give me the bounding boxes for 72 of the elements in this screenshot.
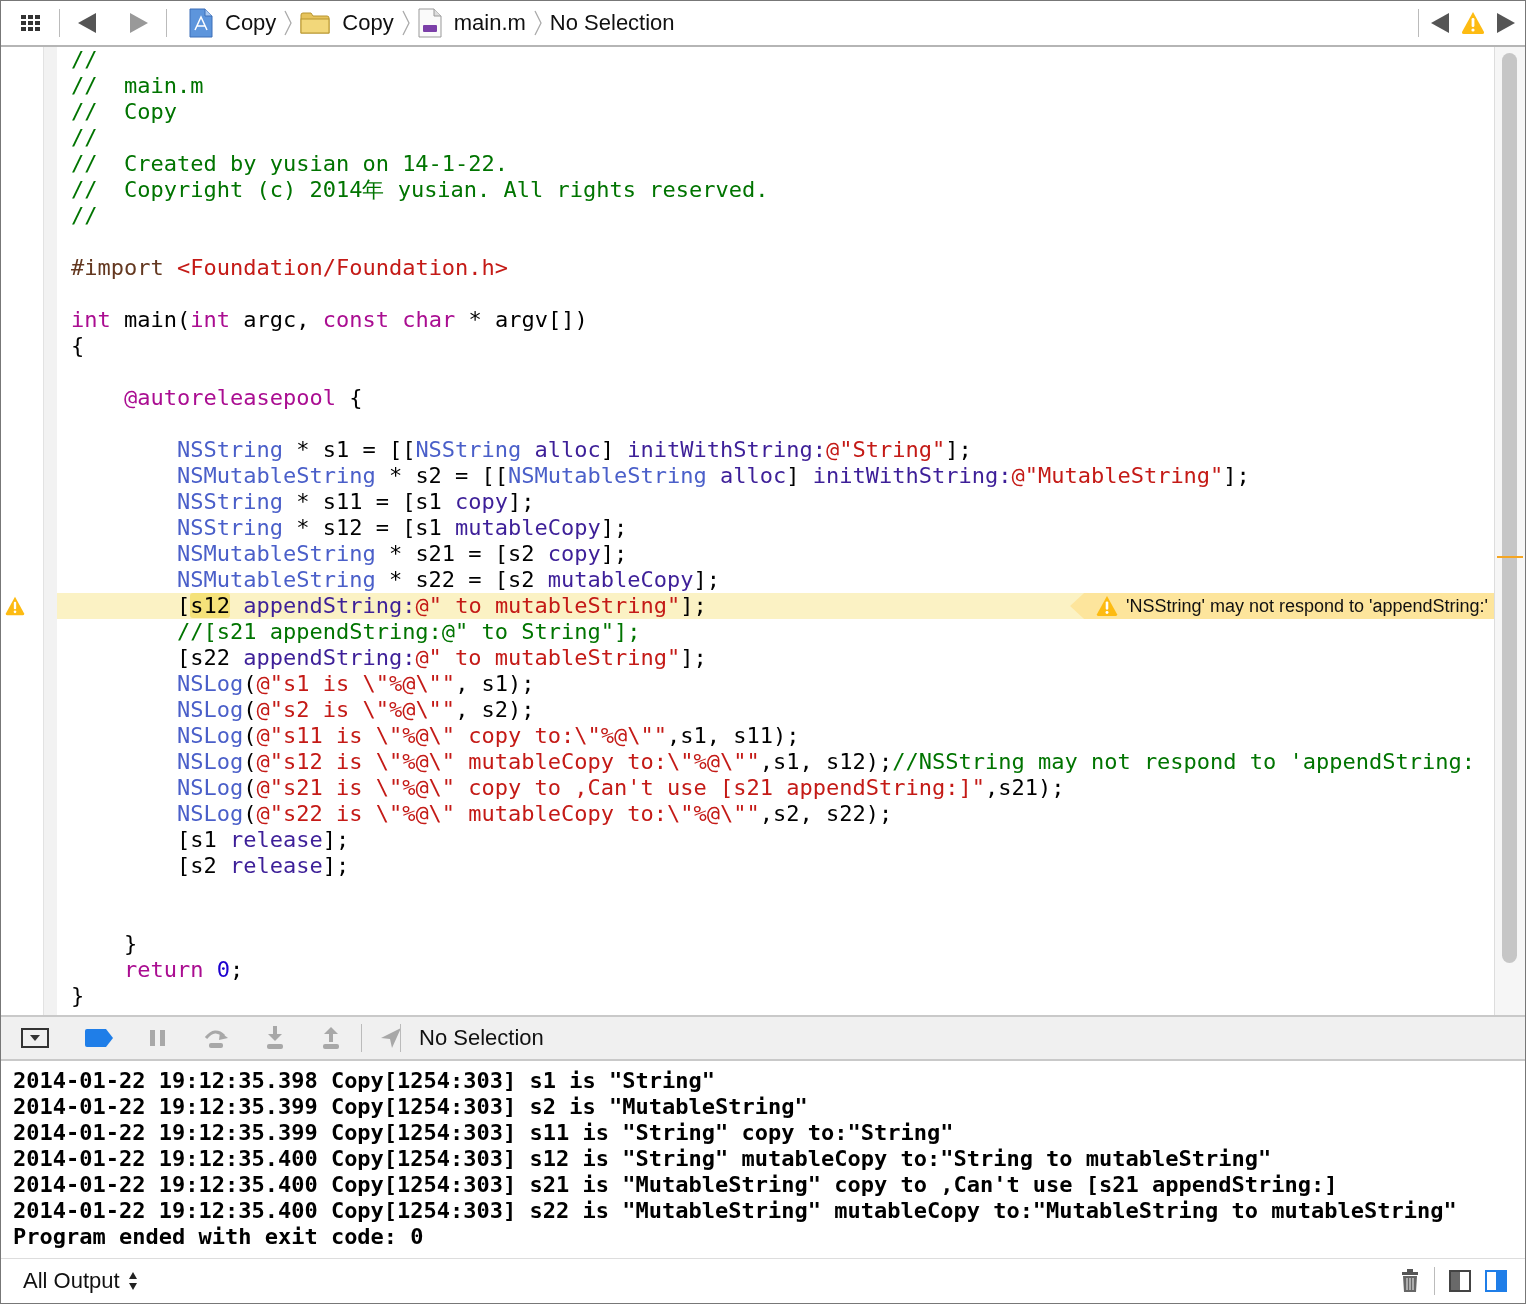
next-issue-icon[interactable] xyxy=(1497,13,1515,33)
scroll-thumb[interactable] xyxy=(1502,53,1517,963)
code-line: NSLog(@"s12 is \"%@\" mutableCopy to:\"%@\"",s1, s12);//NSString may not respond to 'appendString: xyxy=(175,749,1475,775)
console-line: 2014-01-22 19:12:35.400 Copy[1254:303] s22 is "MutableString" mutableCopy to:"MutableString to mutableString" xyxy=(13,1198,1458,1224)
console-line: 2014-01-22 19:12:35.399 Copy[1254:303] s11 is "String" copy to:"String" xyxy=(13,1120,955,1146)
code-line: #import <Foundation/Foundation.h> xyxy=(71,255,509,281)
code-line: NSMutableString * s21 = [s2 copy]; xyxy=(175,541,628,567)
code-line: @autoreleasepool { xyxy=(122,385,363,411)
scrollbar[interactable] xyxy=(1494,47,1525,1015)
up-down-caret-icon xyxy=(127,1271,138,1291)
code-line: int main(int argc, const char * argv[]) xyxy=(71,307,588,333)
pause-icon[interactable] xyxy=(149,1029,167,1047)
code-line: } xyxy=(122,931,138,957)
trash-icon[interactable] xyxy=(1400,1269,1420,1293)
code-line: [s1 release]; xyxy=(175,827,350,853)
console-line: Program ended with exit code: 0 xyxy=(13,1224,425,1250)
code-line: NSString * s1 = [[NSString alloc] initWithString:@"String"]; xyxy=(175,437,972,463)
console-toggle-icon[interactable] xyxy=(21,1028,49,1048)
code-line: return 0; xyxy=(122,957,244,983)
source-file-icon xyxy=(417,8,442,38)
code-line: // xyxy=(71,47,98,73)
breadcrumb-item[interactable]: Copy xyxy=(183,5,283,41)
chevron-icon xyxy=(533,10,542,36)
code-line: [s22 appendString:@" to mutableString"]; xyxy=(175,645,707,671)
console-line: 2014-01-22 19:12:35.399 Copy[1254:303] s2 is "MutableString" xyxy=(13,1094,809,1120)
code-line: [s12 appendString:@" to mutableString"]; xyxy=(175,593,707,619)
code-line: { xyxy=(71,333,85,359)
chevron-icon xyxy=(284,10,293,36)
code-line: // Created by yusian on 14-1-22. xyxy=(71,151,509,177)
back-arrow-icon[interactable] xyxy=(78,13,96,33)
issue-message[interactable]: 'NSString' may not respond to 'appendString:' xyxy=(1070,593,1494,619)
breadcrumb-item[interactable]: Copy xyxy=(294,5,400,41)
code-line: NSLog(@"s11 is \"%@\" copy to:\"%@\"",s1, s11); xyxy=(175,723,800,749)
code-line: // xyxy=(71,203,98,229)
code-line: // Copy xyxy=(71,99,177,125)
code-line: NSMutableString * s22 = [s2 mutableCopy]; xyxy=(175,567,721,593)
project-file-icon xyxy=(189,8,213,38)
previous-issue-icon[interactable] xyxy=(1431,13,1449,33)
code-line: // xyxy=(71,125,98,151)
output-filter-dropdown[interactable]: All Output xyxy=(23,1268,138,1294)
code-line: NSString * s12 = [s1 mutableCopy]; xyxy=(175,515,628,541)
code-line: NSLog(@"s1 is \"%@\"", s1); xyxy=(175,671,535,697)
code-line: NSString * s11 = [s1 copy]; xyxy=(175,489,535,515)
step-over-icon[interactable] xyxy=(203,1027,229,1049)
code-line: // main.m xyxy=(71,73,204,99)
issue-marker xyxy=(1497,556,1523,558)
chevron-icon xyxy=(401,10,410,36)
code-line: NSLog(@"s22 is \"%@\" mutableCopy to:\"%@\"",s2, s22); xyxy=(175,801,893,827)
code-line: [s2 release]; xyxy=(175,853,350,879)
debug-location: No Selection xyxy=(419,1025,544,1051)
warning-icon xyxy=(1096,595,1119,617)
code-line: NSMutableString * s2 = [[NSMutableString alloc] initWithString:@"MutableString"]; xyxy=(175,463,1250,489)
location-arrow-icon[interactable] xyxy=(380,1027,402,1049)
code-line: } xyxy=(71,983,85,1009)
code-line: //[s21 appendString:@" to String"]; xyxy=(175,619,641,645)
code-line: NSLog(@"s2 is \"%@\"", s2); xyxy=(175,697,535,723)
grid-icon[interactable] xyxy=(21,15,41,31)
code-line: NSLog(@"s21 is \"%@\" copy to ,Can't use [s21 appendString:]",s21); xyxy=(175,775,1065,801)
right-panel-icon[interactable] xyxy=(1485,1270,1507,1292)
console-line: 2014-01-22 19:12:35.400 Copy[1254:303] s21 is "MutableString" copy to ,Can't use [s21 appendString:] xyxy=(13,1172,1339,1198)
console-line: 2014-01-22 19:12:35.398 Copy[1254:303] s1 is "String" xyxy=(13,1068,716,1094)
forward-arrow-icon[interactable] xyxy=(130,13,148,33)
step-out-icon[interactable] xyxy=(321,1026,341,1050)
warning-message: 'NSString' may not respond to 'appendString:' xyxy=(1126,595,1488,617)
code-line: // Copyright (c) 2014年 yusian. All rights reserved. xyxy=(71,177,769,203)
step-into-icon[interactable] xyxy=(265,1026,285,1050)
console-line: 2014-01-22 19:12:35.400 Copy[1254:303] s12 is "String" mutableCopy to:"String to mutableString" xyxy=(13,1146,1273,1172)
breadcrumb-item[interactable]: main.m xyxy=(411,5,532,41)
left-panel-icon[interactable] xyxy=(1449,1270,1471,1292)
folder-icon xyxy=(300,11,331,35)
breakpoint-icon[interactable] xyxy=(85,1029,113,1047)
breadcrumb-item[interactable]: No Selection xyxy=(543,5,681,41)
